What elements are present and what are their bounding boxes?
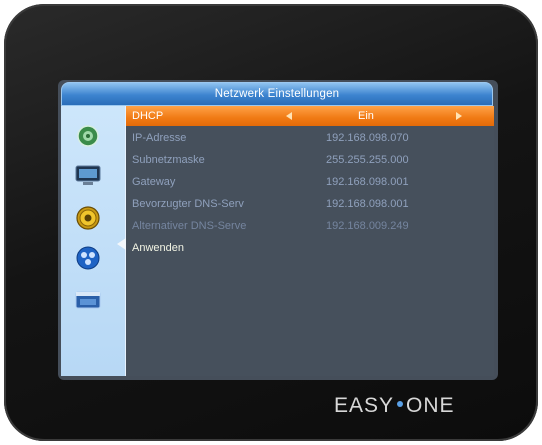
settings-screen: Netzwerk Einstellungen DHCP Ein IP-Adres… [58, 80, 498, 380]
monitor-icon[interactable] [75, 164, 101, 188]
setting-value: 192.168.098.001 [326, 198, 409, 210]
setting-value: 192.168.098.001 [326, 176, 409, 188]
setting-label: DHCP [132, 110, 164, 122]
brand-part-1: EASY [334, 394, 395, 417]
setting-label: Bevorzugter DNS-Serv [132, 198, 244, 210]
apply-label: Anwenden [132, 242, 184, 254]
tv-frame: Netzwerk Einstellungen DHCP Ein IP-Adres… [4, 4, 538, 441]
setting-row-ip-address[interactable]: IP-Adresse 192.168.098.070 [126, 128, 494, 148]
brand-dot-icon [397, 401, 404, 408]
setting-row-gateway[interactable]: Gateway 192.168.098.001 [126, 172, 494, 192]
arrow-right-icon[interactable] [456, 112, 462, 120]
setting-label: IP-Adresse [132, 132, 187, 144]
setting-value: 255.255.255.000 [326, 154, 409, 166]
settings-list: DHCP Ein IP-Adresse 192.168.098.070 Subn… [126, 106, 494, 376]
apply-button[interactable]: Anwenden [126, 238, 494, 258]
setting-row-dhcp[interactable]: DHCP Ein [126, 106, 494, 126]
setting-row-subnet-mask[interactable]: Subnetzmaske 255.255.255.000 [126, 150, 494, 170]
globe-icon[interactable] [75, 124, 101, 148]
setting-value: 192.168.098.070 [326, 132, 409, 144]
satellite-icon[interactable] [75, 246, 101, 270]
selected-category-pointer [117, 238, 126, 250]
gear-icon[interactable] [75, 206, 101, 230]
setting-row-alternative-dns[interactable]: Alternativer DNS-Serve 192.168.009.249 [126, 216, 494, 236]
brand-part-2: ONE [406, 394, 455, 417]
setting-label: Alternativer DNS-Serve [132, 220, 247, 232]
category-sidebar [61, 106, 126, 376]
setting-value: 192.168.009.249 [326, 220, 409, 232]
arrow-left-icon[interactable] [286, 112, 292, 120]
setting-label: Subnetzmaske [132, 154, 205, 166]
setting-label: Gateway [132, 176, 176, 188]
setting-value: Ein [358, 110, 374, 122]
brand-logo: EASY ONE [334, 394, 455, 418]
media-icon[interactable] [75, 288, 101, 312]
setting-row-preferred-dns[interactable]: Bevorzugter DNS-Serv 192.168.098.001 [126, 194, 494, 214]
menu-title: Netzwerk Einstellungen [61, 82, 493, 106]
